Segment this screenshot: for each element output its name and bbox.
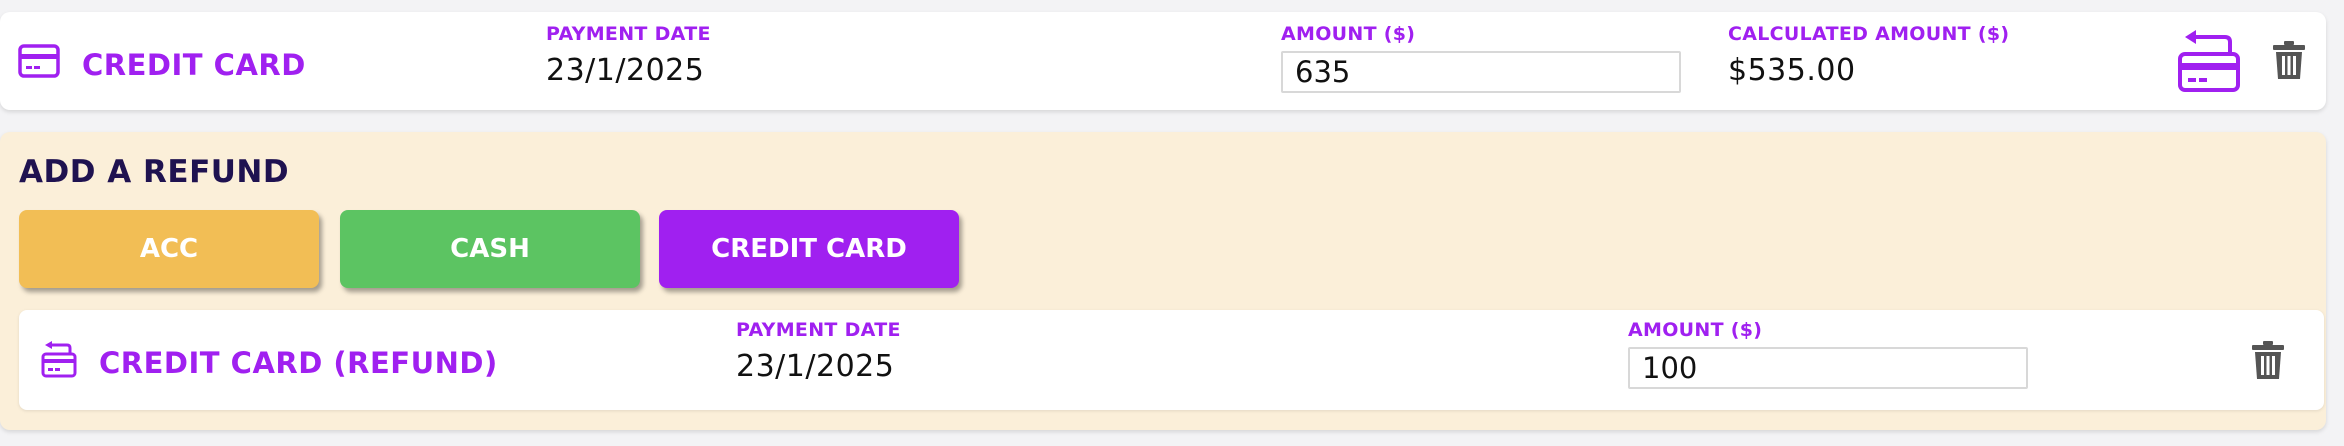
trash-icon (2273, 41, 2305, 83)
refund-button[interactable] (2176, 28, 2242, 98)
refund-acc-button[interactable]: ACC (19, 210, 319, 288)
refund-card-icon (2176, 30, 2242, 98)
delete-payment-button[interactable] (2273, 41, 2305, 83)
payment-method: CREDIT CARD (18, 44, 306, 85)
credit-card-icon (18, 44, 60, 85)
refund-payment-date-field: PAYMENT DATE 23/1/2025 (736, 319, 901, 384)
calculated-amount-value: $535.00 (1728, 53, 1856, 88)
payment-card: CREDIT CARD PAYMENT DATE 23/1/2025 AMOUN… (0, 12, 2326, 110)
refund-panel: ADD A REFUND ACC CASH CREDIT CARD CREDIT… (0, 132, 2326, 430)
delete-refund-button[interactable] (2252, 341, 2284, 383)
refund-method-label: CREDIT CARD (REFUND) (99, 345, 498, 380)
payment-date-value: 23/1/2025 (546, 53, 705, 88)
calculated-amount-field: CALCULATED AMOUNT ($) $535.00 (1728, 23, 2009, 88)
amount-field: AMOUNT ($) (1281, 23, 1681, 93)
refund-title: ADD A REFUND (19, 154, 290, 190)
payment-date-label: PAYMENT DATE (546, 23, 711, 45)
amount-input[interactable] (1281, 51, 1681, 93)
refund-amount-field: AMOUNT ($) (1628, 319, 2028, 389)
refund-card-icon (41, 340, 77, 385)
refund-amount-label: AMOUNT ($) (1628, 319, 1763, 341)
refund-method: CREDIT CARD (REFUND) (41, 340, 498, 385)
refund-credit-card-button[interactable]: CREDIT CARD (659, 210, 959, 288)
calculated-amount-label: CALCULATED AMOUNT ($) (1728, 23, 2010, 45)
trash-icon (2252, 341, 2284, 383)
refund-cash-button[interactable]: CASH (340, 210, 640, 288)
refund-payment-date-label: PAYMENT DATE (736, 319, 901, 341)
refund-entry: CREDIT CARD (REFUND) PAYMENT DATE 23/1/2… (19, 310, 2324, 410)
payment-date-field: PAYMENT DATE 23/1/2025 (546, 23, 711, 88)
refund-amount-input[interactable] (1628, 347, 2028, 389)
payment-method-label: CREDIT CARD (82, 47, 306, 82)
refund-payment-date-value: 23/1/2025 (736, 349, 895, 384)
amount-label: AMOUNT ($) (1281, 23, 1416, 45)
